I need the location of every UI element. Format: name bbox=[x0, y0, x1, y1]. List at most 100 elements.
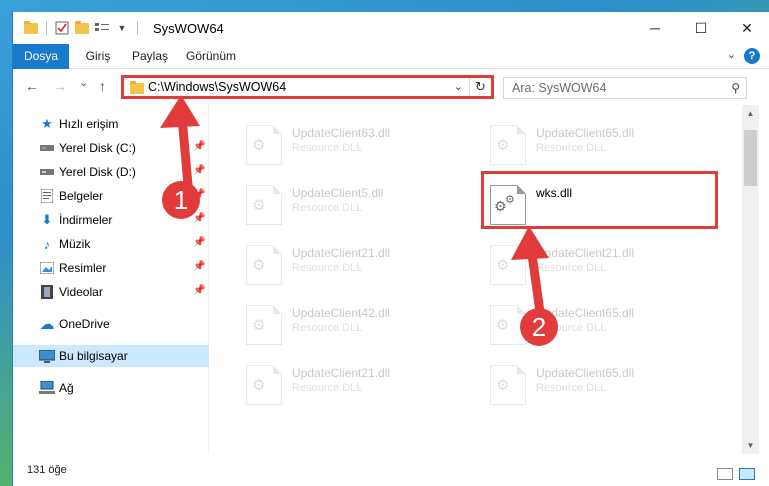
sidebar-item-pictures[interactable]: Resimler 📌 bbox=[13, 257, 209, 279]
sidebar-item-onedrive[interactable]: ☁ OneDrive bbox=[13, 313, 209, 335]
file-name: UpdateClient63.dll bbox=[292, 126, 391, 140]
highlight-box-wks-dll bbox=[481, 171, 718, 229]
dll-file-icon: ⚙ bbox=[490, 245, 526, 285]
file-name: UpdateClient5.dll bbox=[292, 186, 384, 200]
chevron-down-icon[interactable]: ⌄ bbox=[454, 80, 463, 93]
new-folder-icon[interactable] bbox=[74, 20, 90, 36]
address-bar[interactable]: C:\Windows\SysWOW64 ⌄ ↻ bbox=[121, 75, 494, 99]
recent-locations-button[interactable]: ⌄ bbox=[79, 76, 88, 89]
folder-icon bbox=[23, 20, 39, 36]
drive-icon bbox=[39, 164, 55, 180]
pictures-icon bbox=[39, 260, 55, 276]
sidebar-item-label: Resimler bbox=[59, 261, 107, 275]
file-name: UpdateClient42.dll bbox=[292, 306, 391, 320]
sidebar-item-label: Müzik bbox=[59, 237, 91, 251]
tab-share[interactable]: Paylaş bbox=[125, 44, 175, 69]
up-button[interactable]: ↑ bbox=[99, 78, 106, 94]
sidebar-item-local-disk-c[interactable]: Yerel Disk (C:) 📌 bbox=[13, 137, 209, 159]
file-tile[interactable]: ⚙ UpdateClient65.dll Resource DLL bbox=[464, 297, 694, 349]
sidebar-item-label: Ağ bbox=[59, 381, 74, 395]
sidebar-item-this-pc[interactable]: Bu bilgisayar bbox=[13, 345, 209, 367]
maximize-button[interactable]: ☐ bbox=[678, 12, 724, 44]
file-tile[interactable]: ⚙ UpdateClient5.dll Resource DLL bbox=[220, 177, 450, 229]
vertical-scrollbar[interactable]: ▲ ▼ bbox=[742, 105, 759, 454]
window-title: SysWOW64 bbox=[153, 21, 224, 36]
cloud-icon: ☁ bbox=[39, 316, 55, 333]
customize-toolbar-icon[interactable] bbox=[94, 20, 110, 36]
computer-icon bbox=[39, 348, 55, 364]
sidebar-item-label: Yerel Disk (C:) bbox=[59, 141, 136, 155]
scroll-thumb[interactable] bbox=[744, 130, 757, 186]
sidebar-item-downloads[interactable]: ⬇ İndirmeler 📌 bbox=[13, 209, 209, 231]
file-tile[interactable]: ⚙ UpdateClient21.dll Resource DLL bbox=[220, 237, 450, 289]
file-name: UpdateClient65.dll bbox=[536, 126, 635, 140]
video-icon bbox=[39, 284, 55, 300]
file-type: Resource DLL bbox=[536, 322, 607, 334]
properties-icon[interactable] bbox=[54, 20, 70, 36]
minimize-button[interactable]: ─ bbox=[632, 12, 678, 44]
pin-icon[interactable]: 📌 bbox=[193, 141, 205, 152]
sidebar-item-music[interactable]: ♪ Müzik 📌 bbox=[13, 233, 209, 255]
sidebar-item-quick-access[interactable]: ★ Hızlı erişim bbox=[13, 113, 209, 135]
file-type: Resource DLL bbox=[292, 382, 363, 394]
details-view-icon[interactable] bbox=[717, 468, 733, 480]
file-name: UpdateClient21.dll bbox=[292, 366, 391, 380]
music-icon: ♪ bbox=[43, 236, 51, 252]
file-tile[interactable]: ⚙ UpdateClient42.dll Resource DLL bbox=[220, 297, 450, 349]
sidebar-item-network[interactable]: Ağ bbox=[13, 377, 209, 399]
sidebar-item-local-disk-d[interactable]: Yerel Disk (D:) 📌 bbox=[13, 161, 209, 183]
star-icon: ★ bbox=[41, 116, 53, 131]
expand-ribbon-icon[interactable]: ⌄ bbox=[727, 48, 736, 61]
dll-file-icon: ⚙ bbox=[246, 305, 282, 345]
back-button[interactable]: ← bbox=[25, 78, 39, 94]
item-count: 131 öğe bbox=[27, 464, 67, 476]
divider bbox=[46, 21, 47, 35]
sidebar-item-label: Videolar bbox=[59, 285, 103, 299]
tab-view[interactable]: Görünüm bbox=[181, 44, 241, 69]
search-input[interactable]: Ara: SysWOW64 ⚲ bbox=[503, 77, 747, 99]
pin-icon[interactable]: 📌 bbox=[193, 213, 205, 224]
file-name: UpdateClient21.dll bbox=[292, 246, 391, 260]
file-type: Resource DLL bbox=[292, 322, 363, 334]
scroll-up-icon[interactable]: ▲ bbox=[742, 105, 759, 122]
drive-icon bbox=[39, 140, 55, 156]
help-icon[interactable]: ? bbox=[744, 48, 760, 64]
dll-file-icon: ⚙ bbox=[246, 185, 282, 225]
file-tile[interactable]: ⚙ UpdateClient65.dll Resource DLL bbox=[464, 357, 694, 409]
scroll-down-icon[interactable]: ▼ bbox=[742, 437, 759, 454]
dll-file-icon: ⚙ bbox=[246, 245, 282, 285]
divider bbox=[137, 21, 138, 35]
pin-icon[interactable]: 📌 bbox=[193, 189, 205, 200]
file-tile[interactable]: ⚙ UpdateClient65.dll Resource DLL bbox=[464, 117, 694, 169]
sidebar-item-label: Yerel Disk (D:) bbox=[59, 165, 136, 179]
sidebar-item-videos[interactable]: Videolar 📌 bbox=[13, 281, 209, 303]
pin-icon[interactable]: 📌 bbox=[193, 165, 205, 176]
refresh-icon[interactable]: ↻ bbox=[469, 78, 491, 96]
ribbon-tabs: Dosya Giriş Paylaş Görünüm ⌄ ? bbox=[13, 44, 769, 96]
forward-button[interactable]: → bbox=[53, 78, 67, 94]
address-path[interactable]: C:\Windows\SysWOW64 bbox=[148, 80, 286, 94]
status-bar: 131 öğe bbox=[13, 454, 769, 486]
dll-file-icon: ⚙ bbox=[246, 125, 282, 165]
pin-icon[interactable]: 📌 bbox=[193, 261, 205, 272]
download-icon: ⬇ bbox=[41, 212, 53, 227]
network-icon bbox=[39, 380, 55, 396]
close-button[interactable]: ✕ bbox=[724, 12, 769, 44]
title-bar: ▼ SysWOW64 ─ ☐ ✕ bbox=[13, 12, 769, 44]
file-type: Resource DLL bbox=[536, 382, 607, 394]
file-tile[interactable]: ⚙ UpdateClient21.dll Resource DLL bbox=[220, 357, 450, 409]
tab-home[interactable]: Giriş bbox=[75, 44, 121, 69]
sidebar-item-label: OneDrive bbox=[59, 317, 110, 331]
pin-icon[interactable]: 📌 bbox=[193, 285, 205, 296]
file-tile[interactable]: ⚙ UpdateClient63.dll Resource DLL bbox=[220, 117, 450, 169]
sidebar-item-documents[interactable]: Belgeler 📌 bbox=[13, 185, 209, 207]
quick-access-toolbar: ▼ bbox=[13, 12, 141, 44]
chevron-down-icon[interactable]: ▼ bbox=[114, 20, 130, 36]
explorer-window: ▼ SysWOW64 ─ ☐ ✕ Dosya Giriş Paylaş Görü… bbox=[12, 12, 769, 486]
pin-icon[interactable]: 📌 bbox=[193, 237, 205, 248]
sidebar-item-label: Bu bilgisayar bbox=[59, 349, 128, 363]
folder-icon bbox=[130, 81, 144, 94]
large-icons-view-icon[interactable] bbox=[739, 468, 755, 480]
file-type: Resource DLL bbox=[292, 202, 363, 214]
file-tile[interactable]: ⚙ UpdateClient21.dll Resource DLL bbox=[464, 237, 694, 289]
